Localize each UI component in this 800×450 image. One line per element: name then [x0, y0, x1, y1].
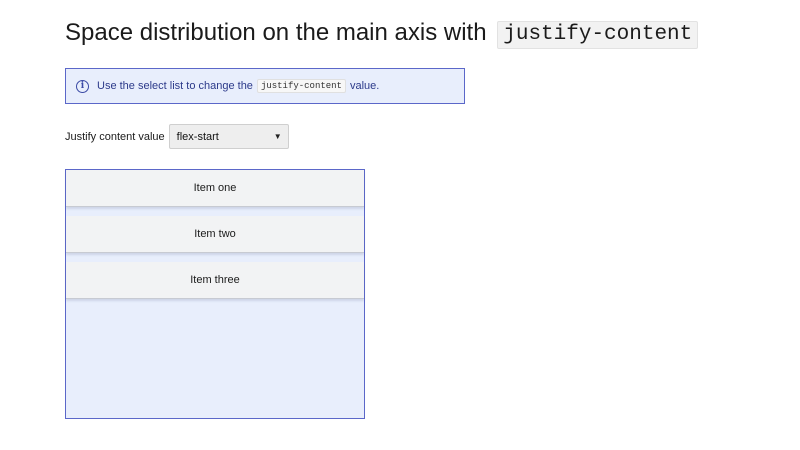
note-suffix: value.	[349, 80, 380, 92]
info-note: i Use the select list to change the just…	[65, 68, 465, 104]
flex-item-label: Item two	[194, 228, 236, 240]
justify-content-select[interactable]: flex-start ▼	[168, 124, 289, 149]
justify-content-label: Justify content value	[65, 130, 165, 143]
info-icon: i	[76, 79, 89, 93]
page-title-text: Space distribution on the main axis with	[65, 19, 487, 46]
page-title-code: justify-content	[497, 21, 699, 49]
page-title: Space distribution on the main axis with…	[65, 16, 699, 50]
note-code: justify-content	[256, 79, 346, 93]
justify-content-control: Justify content value flex-start ▼	[65, 124, 289, 149]
page: Space distribution on the main axis with…	[0, 0, 800, 450]
flex-item-label: Item one	[193, 182, 237, 194]
select-value: flex-start	[176, 130, 219, 143]
flex-item-two: Item two	[66, 216, 364, 253]
flex-item-three: Item three	[66, 262, 364, 299]
chevron-down-icon: ▼	[273, 132, 282, 141]
note-prefix: Use the select list to change the	[97, 80, 253, 92]
flex-container: Item one Item two Item three	[65, 169, 365, 419]
flex-item-label: Item three	[190, 274, 240, 286]
flex-item-one: Item one	[66, 170, 364, 207]
